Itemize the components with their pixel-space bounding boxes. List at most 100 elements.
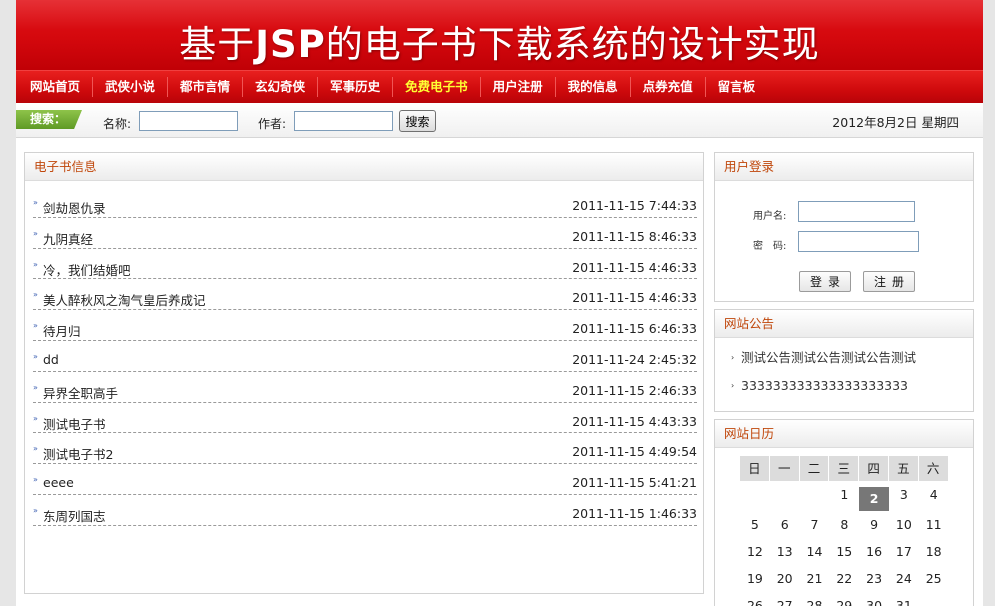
ebook-time: 2011-11-15 4:46:33 — [572, 290, 697, 306]
calendar-day[interactable]: 13 — [770, 539, 800, 565]
ebook-name[interactable]: 剑劫恩仇录 — [43, 198, 106, 217]
ebook-panel: 电子书信息 » 剑劫恩仇录 2011-11-15 7:44:33 » 九阴真经 2011… — [24, 152, 704, 594]
notice-item[interactable]: › 333333333333333333333 — [731, 378, 973, 406]
calendar-day[interactable]: 20 — [770, 566, 800, 592]
ebook-name[interactable]: 测试电子书2 — [43, 444, 113, 463]
login-button[interactable]: 登录 — [799, 271, 851, 292]
calendar-day[interactable]: 26 — [740, 593, 770, 606]
calendar-day[interactable]: 15 — [829, 539, 859, 565]
nav-item-recharge[interactable]: 点券充值 — [631, 77, 706, 97]
ebook-name[interactable]: 冷，我们结婚吧 — [43, 260, 131, 279]
double-chevron-icon: » — [33, 351, 38, 361]
calendar-day[interactable]: 7 — [800, 512, 830, 538]
notice-panel-title: 网站公告 — [715, 310, 973, 338]
calendar-day[interactable]: 29 — [829, 593, 859, 606]
calendar-day[interactable]: 9 — [859, 512, 889, 538]
search-name-input[interactable] — [139, 111, 238, 131]
password-label: 密 码: — [753, 241, 787, 252]
calendar-day[interactable]: 11 — [919, 512, 949, 538]
nav-item-free-ebooks[interactable]: 免费电子书 — [393, 77, 481, 97]
ebook-name[interactable]: 美人醉秋风之淘气皇后养成记 — [43, 290, 206, 309]
calendar-day[interactable]: 22 — [829, 566, 859, 592]
site-title-pre: 基于 — [179, 23, 256, 66]
calendar-day[interactable]: 28 — [800, 593, 830, 606]
ebook-name[interactable]: dd — [43, 352, 59, 367]
calendar-day[interactable]: 6 — [770, 512, 800, 538]
calendar-empty-cell — [919, 593, 949, 606]
calendar-day[interactable]: 10 — [889, 512, 919, 538]
ebook-name[interactable]: 九阴真经 — [43, 229, 93, 248]
username-label: 用户名: — [753, 211, 787, 222]
ebook-time: 2011-11-15 6:46:33 — [572, 321, 697, 337]
search-author-label: 作者: — [258, 117, 287, 131]
calendar-day[interactable]: 17 — [889, 539, 919, 565]
search-name-label: 名称: — [103, 117, 132, 131]
nav-item-military-history[interactable]: 军事历史 — [318, 77, 394, 97]
ebook-row[interactable]: » 测试电子书 2011-11-15 4:43:33 — [33, 403, 697, 434]
ebook-time: 2011-11-15 4:43:33 — [572, 413, 697, 429]
double-chevron-icon: » — [33, 228, 38, 238]
calendar-day[interactable]: 27 — [770, 593, 800, 606]
notice-text[interactable]: 333333333333333333333 — [741, 378, 908, 393]
calendar-day[interactable]: 4 — [919, 482, 949, 508]
ebook-row[interactable]: » 测试电子书2 2011-11-15 4:49:54 — [33, 433, 697, 465]
weekday-fri: 五 — [888, 456, 919, 481]
nav-item-wuxia[interactable]: 武侠小说 — [93, 77, 169, 97]
ebook-time: 2011-11-15 7:44:33 — [572, 198, 697, 213]
ebook-row[interactable]: » eeee 2011-11-15 5:41:21 — [33, 464, 697, 495]
calendar-day[interactable]: 2 — [859, 487, 889, 511]
double-chevron-icon: » — [33, 198, 38, 207]
ebook-name[interactable]: eeee — [43, 475, 74, 490]
search-author-input[interactable] — [294, 111, 393, 131]
nav-item-home[interactable]: 网站首页 — [18, 77, 94, 97]
ebook-row[interactable]: » dd 2011-11-24 2:45:32 — [33, 341, 697, 372]
ebook-name[interactable]: 异界全职高手 — [43, 383, 118, 402]
nav-item-my-info[interactable]: 我的信息 — [556, 77, 631, 97]
nav-item-guestbook[interactable]: 留言板 — [706, 77, 768, 97]
ebook-name[interactable]: 测试电子书 — [43, 414, 106, 433]
nav-item-fantasy[interactable]: 玄幻奇侠 — [243, 77, 319, 97]
ebook-row[interactable]: » 待月归 2011-11-15 6:46:33 — [33, 310, 697, 341]
ebook-time: 2011-11-15 8:46:33 — [572, 228, 697, 244]
username-input[interactable] — [798, 201, 915, 222]
calendar-day[interactable]: 21 — [800, 566, 830, 592]
ebook-name[interactable]: 东周列国志 — [43, 506, 106, 525]
search-button[interactable]: 搜索 — [399, 110, 436, 132]
calendar-day[interactable]: 12 — [740, 539, 770, 565]
chevron-right-icon: › — [731, 353, 735, 362]
calendar-day[interactable]: 19 — [740, 566, 770, 592]
calendar-week: 26 27 28 29 30 31 — [740, 593, 949, 606]
double-chevron-icon: » — [33, 413, 38, 423]
notice-item[interactable]: › 测试公告测试公告测试公告测试 — [731, 350, 973, 378]
calendar-day[interactable]: 30 — [859, 593, 889, 606]
calendar-day[interactable]: 31 — [889, 593, 919, 606]
ebook-row[interactable]: » 东周列国志 2011-11-15 1:46:33 — [33, 495, 697, 526]
calendar-day[interactable]: 25 — [919, 566, 949, 592]
calendar-day[interactable]: 3 — [889, 482, 919, 508]
weekday-sun: 日 — [740, 456, 770, 481]
chevron-right-icon: › — [731, 381, 735, 390]
ebook-row[interactable]: » 九阴真经 2011-11-15 8:46:33 — [33, 218, 697, 249]
calendar-panel: 网站日历 日 一 二 三 四 五 六 1 2 3 4 5 6 7 8 9 10 11 12 13 14 15… — [714, 419, 974, 606]
calendar-week: 12 13 14 15 16 17 18 — [740, 539, 949, 565]
ebook-row[interactable]: » 冷，我们结婚吧 2011-11-15 4:46:33 — [33, 249, 697, 280]
password-input[interactable] — [798, 231, 919, 252]
ebook-row[interactable]: » 美人醉秋风之淘气皇后养成记 2011-11-15 4:46:33 — [33, 279, 697, 311]
calendar-day[interactable]: 14 — [800, 539, 830, 565]
calendar-day[interactable]: 24 — [889, 566, 919, 592]
calendar-day[interactable]: 5 — [740, 512, 770, 538]
calendar-day[interactable]: 1 — [829, 482, 859, 508]
calendar-day[interactable]: 23 — [859, 566, 889, 592]
double-chevron-icon: » — [33, 505, 38, 515]
calendar-day[interactable]: 16 — [859, 539, 889, 565]
nav-item-register[interactable]: 用户注册 — [481, 77, 556, 97]
register-button[interactable]: 注册 — [863, 271, 915, 292]
notice-text[interactable]: 测试公告测试公告测试公告测试 — [741, 350, 916, 365]
nav-item-romance[interactable]: 都市言情 — [168, 77, 244, 97]
ebook-row[interactable]: » 剑劫恩仇录 2011-11-15 7:44:33 — [33, 187, 697, 218]
ebook-row[interactable]: » 异界全职高手 2011-11-15 2:46:33 — [33, 372, 697, 403]
calendar-day[interactable]: 18 — [919, 539, 949, 565]
ebook-name[interactable]: 待月归 — [43, 321, 81, 340]
calendar-empty-cell — [770, 482, 800, 508]
calendar-day[interactable]: 8 — [829, 512, 859, 538]
